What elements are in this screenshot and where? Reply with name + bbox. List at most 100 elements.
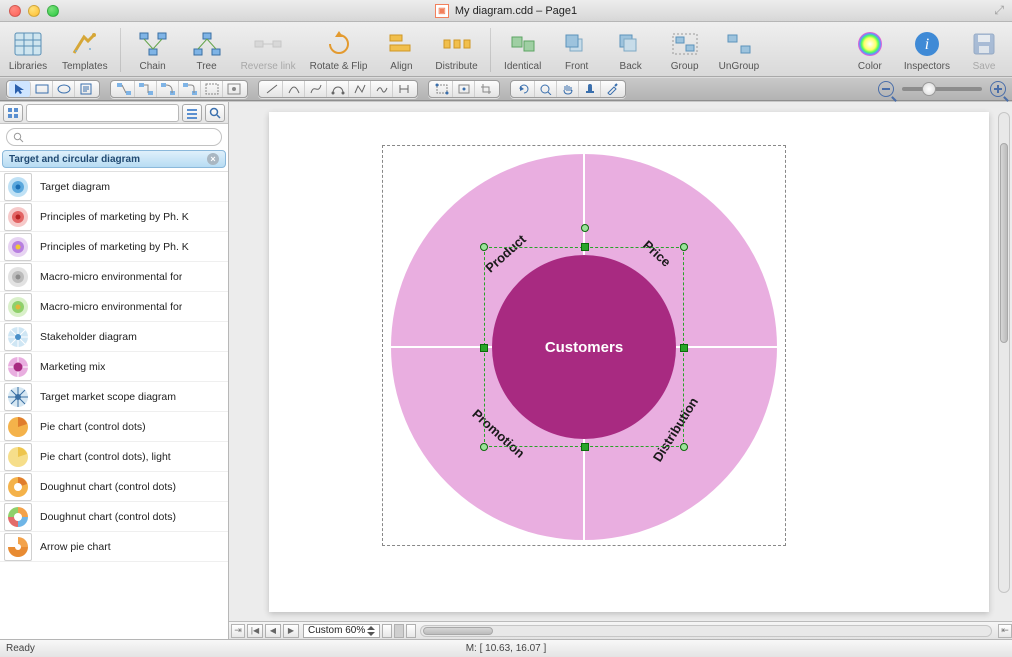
eyedropper-tool[interactable] [601,81,623,97]
connector-step-tool[interactable] [201,81,223,97]
canvas-viewport[interactable]: Product Price Distribution Promotion Cus… [229,102,1012,621]
zoom-slider-thumb[interactable] [922,82,936,96]
dimension-tool[interactable] [393,81,415,97]
minimize-window-button[interactable] [28,5,40,17]
freehand-tool[interactable] [371,81,393,97]
rotate-flip-button[interactable]: Rotate & Flip [310,29,368,72]
selection-handle[interactable] [680,443,688,451]
selection-handle[interactable] [680,243,688,251]
selection-handle[interactable] [480,344,488,352]
arc-tool[interactable] [283,81,305,97]
library-item[interactable]: Arrow pie chart [0,532,228,562]
library-item[interactable]: Stakeholder diagram [0,322,228,352]
rotation-handle[interactable] [581,224,589,232]
main-toolbar: Libraries Templates Chain Tree Reverse l… [0,22,1012,77]
align-button[interactable]: Align [381,29,421,72]
edit-points-tool[interactable] [431,81,453,97]
first-page-button[interactable]: |◀ [247,624,263,638]
vertical-scrollbar[interactable] [998,112,1010,593]
zoom-out-icon[interactable] [878,81,894,97]
front-button[interactable]: Front [557,29,597,72]
group-button[interactable]: Group [665,29,705,72]
library-section-header[interactable]: Target and circular diagram × [2,150,226,168]
tree-button[interactable]: Tree [187,29,227,72]
selection-handle[interactable] [581,443,589,451]
right-panel-toggle[interactable]: ⇤ [998,624,1012,638]
pointer-tool[interactable] [9,81,31,97]
library-item[interactable]: Principles of marketing by Ph. K [0,232,228,262]
save-button[interactable]: Save [964,29,1004,72]
fullscreen-icon[interactable]: ⤢ [994,3,1004,18]
distribute-button[interactable]: Distribute [435,29,477,72]
page[interactable]: Product Price Distribution Promotion Cus… [269,112,989,612]
library-search-button[interactable] [205,104,225,122]
polyline-tool[interactable] [349,81,371,97]
window-title: My diagram.cdd – Page1 [455,5,577,17]
library-item[interactable]: Pie chart (control dots), light [0,442,228,472]
color-button[interactable]: Color [850,29,890,72]
horizontal-scrollbar[interactable] [420,625,992,637]
library-item-thumb [4,233,32,261]
library-item-label: Doughnut chart (control dots) [40,511,176,523]
selection-handle[interactable] [680,344,688,352]
selection-handle[interactable] [480,443,488,451]
bezier-tool[interactable] [327,81,349,97]
back-button[interactable]: Back [611,29,651,72]
library-item[interactable]: Doughnut chart (control dots) [0,502,228,532]
library-item[interactable]: Macro-micro environmental for [0,292,228,322]
selection-handle[interactable] [480,243,488,251]
connector-curved-tool[interactable] [157,81,179,97]
library-item[interactable]: Doughnut chart (control dots) [0,472,228,502]
connector-direct-tool[interactable] [113,81,135,97]
hand-tool[interactable] [557,81,579,97]
library-item-label: Macro-micro environmental for [40,301,182,313]
stamp-tool[interactable] [579,81,601,97]
library-item[interactable]: Target diagram [0,172,228,202]
crop-tool[interactable] [475,81,497,97]
prev-page-button[interactable]: ◀ [265,624,281,638]
library-item[interactable]: Pie chart (control dots) [0,412,228,442]
zoom-in-icon[interactable] [990,81,1006,97]
zoom-combo[interactable]: Custom 60% [303,624,380,638]
text-tool[interactable] [75,81,97,97]
zoom-slider-track[interactable] [902,87,982,91]
refresh-view-tool[interactable] [513,81,535,97]
libraries-button[interactable]: Libraries [8,29,48,72]
next-page-button[interactable]: ▶ [283,624,299,638]
library-item[interactable]: Marketing mix [0,352,228,382]
chain-button[interactable]: Chain [133,29,173,72]
templates-button[interactable]: Templates [62,29,108,72]
ellipse-tool[interactable] [53,81,75,97]
library-list-view-button[interactable] [182,104,202,122]
selection-handle[interactable] [581,243,589,251]
edit-segments-tool[interactable] [453,81,475,97]
library-item-label: Macro-micro environmental for [40,271,182,283]
library-filter-input[interactable] [26,104,179,122]
library-item[interactable]: Macro-micro environmental for [0,262,228,292]
vertical-scroll-thumb[interactable] [1000,143,1008,343]
ungroup-button[interactable]: UnGroup [719,29,760,72]
library-search-field[interactable] [6,128,222,146]
panel-toggle-button[interactable]: ⇥ [231,624,245,638]
page-tab-2[interactable] [394,624,404,638]
page-tab-3[interactable] [406,624,416,638]
close-library-icon[interactable]: × [207,153,219,165]
line-tool[interactable] [261,81,283,97]
connector-round-tool[interactable] [179,81,201,97]
page-tab-1[interactable] [382,624,392,638]
library-item[interactable]: Target market scope diagram [0,382,228,412]
library-item[interactable]: Principles of marketing by Ph. K [0,202,228,232]
marketing-mix-diagram[interactable]: Product Price Distribution Promotion Cus… [391,154,777,540]
zoom-window-button[interactable] [47,5,59,17]
connector-arc-tool[interactable] [223,81,245,97]
rectangle-tool[interactable] [31,81,53,97]
close-window-button[interactable] [9,5,21,17]
reverse-link-button[interactable]: Reverse link [241,29,296,72]
spline-tool[interactable] [305,81,327,97]
inspectors-button[interactable]: i Inspectors [904,29,950,72]
connector-smart-tool[interactable] [135,81,157,97]
library-thumb-view-button[interactable] [3,104,23,122]
zoom-tool[interactable] [535,81,557,97]
horizontal-scroll-thumb[interactable] [423,627,493,635]
identical-button[interactable]: Identical [503,29,543,72]
